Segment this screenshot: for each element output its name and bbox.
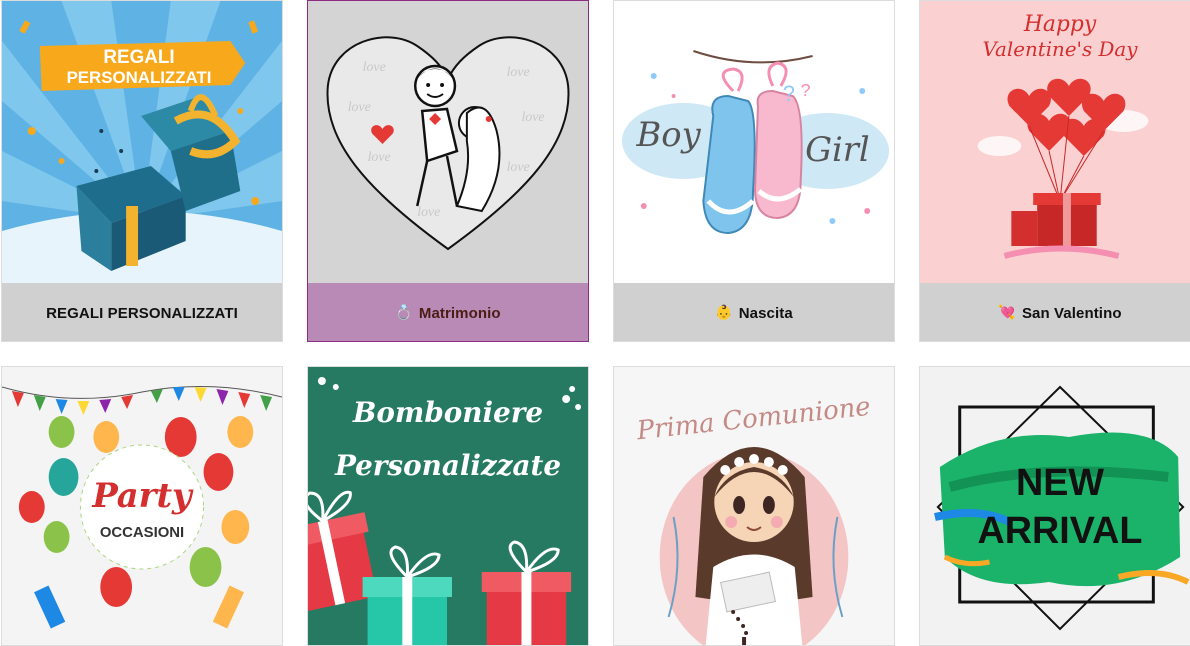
- boy-text: Boy: [636, 115, 702, 154]
- ring-icon: 💍: [395, 305, 413, 321]
- category-card-new-arrival[interactable]: NEW ARRIVAL: [919, 366, 1190, 646]
- bomboniere-text: Bomboniere: [352, 396, 543, 429]
- new-arrival-image[interactable]: NEW ARRIVAL: [920, 367, 1190, 645]
- svg-text:love: love: [507, 160, 530, 175]
- svg-text:love: love: [521, 110, 544, 125]
- bomboniere-personalizzate-image[interactable]: Bomboniere Personalizzate: [308, 367, 588, 645]
- category-card-nascita[interactable]: Boy Girl ? ? 👶 Nascita: [613, 0, 895, 342]
- prima-comunione-image[interactable]: Prima Comunione: [614, 367, 894, 645]
- personalizzate-text: Personalizzate: [334, 449, 561, 482]
- category-card-prima-comunione[interactable]: Prima Comunione: [613, 366, 895, 646]
- category-card-matrimonio[interactable]: love love love love love love love 💍 Mat…: [307, 0, 589, 342]
- baby-icon: 👶: [715, 305, 733, 321]
- svg-text:love: love: [368, 150, 391, 165]
- category-card-party[interactable]: Party OCCASIONI: [1, 366, 283, 646]
- category-label[interactable]: 👶 Nascita: [614, 283, 894, 341]
- category-label[interactable]: 💘 San Valentino: [920, 283, 1190, 341]
- category-card-san-valentino[interactable]: Happy Valentine's Day 💘 San Valentino: [919, 0, 1190, 342]
- svg-text:?: ?: [801, 80, 811, 100]
- new-text: NEW: [1016, 462, 1104, 504]
- girl-text: Girl: [805, 130, 870, 169]
- party-occasioni-image[interactable]: Party OCCASIONI: [2, 367, 282, 645]
- svg-text:?: ?: [783, 81, 795, 106]
- svg-text:love: love: [507, 65, 530, 80]
- svg-text:love: love: [348, 100, 371, 115]
- category-label-text: Nascita: [738, 304, 793, 322]
- category-card-regali-personalizzati[interactable]: REGALI PERSONALIZZATI REGALI PERSONALIZZ…: [1, 0, 283, 342]
- party-text: Party: [91, 475, 194, 515]
- svg-text:love: love: [417, 205, 440, 220]
- happy-text: Happy: [1023, 12, 1097, 37]
- regali-art-line1: REGALI: [103, 47, 174, 68]
- san-valentino-image[interactable]: Happy Valentine's Day: [920, 1, 1190, 283]
- regali-personalizzati-image[interactable]: REGALI PERSONALIZZATI: [2, 1, 282, 283]
- category-label-text: Matrimonio: [418, 304, 501, 322]
- heart-arrow-icon: 💘: [998, 305, 1016, 321]
- occasioni-text: OCCASIONI: [100, 524, 184, 541]
- love-pattern-text: love: [363, 60, 386, 75]
- matrimonio-image[interactable]: love love love love love love love: [308, 1, 588, 283]
- arrival-text: ARRIVAL: [978, 510, 1143, 552]
- category-label[interactable]: REGALI PERSONALIZZATI: [2, 283, 282, 341]
- category-card-bomboniere[interactable]: Bomboniere Personalizzate: [307, 366, 589, 646]
- category-label-text: REGALI PERSONALIZZATI: [46, 304, 238, 322]
- category-label-text: San Valentino: [1021, 304, 1122, 322]
- valentines-day-text: Valentine's Day: [983, 38, 1139, 61]
- regali-art-line2: PERSONALIZZATI: [67, 68, 212, 87]
- category-label[interactable]: 💍 Matrimonio: [308, 283, 588, 341]
- nascita-image[interactable]: Boy Girl ? ?: [614, 1, 894, 283]
